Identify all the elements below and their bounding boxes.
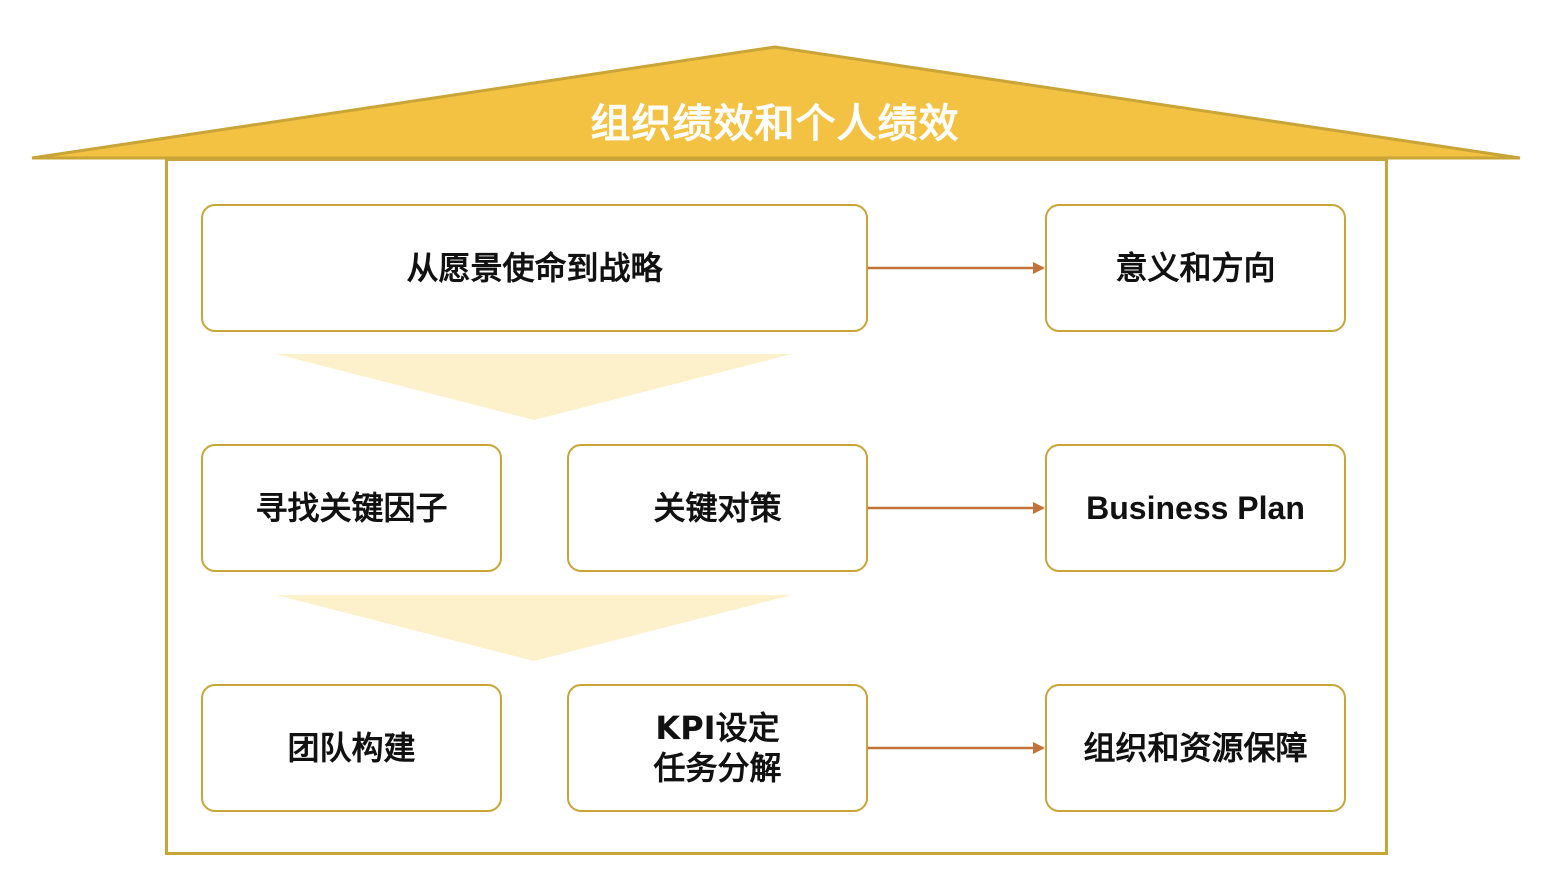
key-factors-label: 寻找关键因子 — [255, 489, 448, 527]
task-breakdown-label: 任务分解 — [653, 749, 782, 787]
team-building-label: 团队构建 — [287, 729, 416, 767]
kpi-task-box: KPI设定 任务分解 — [567, 684, 868, 812]
team-building-box: 团队构建 — [201, 684, 502, 812]
strategy-box: 从愿景使命到战略 — [201, 204, 868, 332]
business-plan-label: Business Plan — [1086, 490, 1305, 526]
org-resources-label: 组织和资源保障 — [1083, 729, 1308, 767]
business-plan-box: Business Plan — [1045, 444, 1346, 572]
diagram-title: 组织绩效和个人绩效 — [590, 101, 960, 147]
meaning-direction-box: 意义和方向 — [1045, 204, 1346, 332]
key-factors-box: 寻找关键因子 — [201, 444, 502, 572]
org-resources-box: 组织和资源保障 — [1045, 684, 1346, 812]
kpi-setting-label: KPI设定 — [655, 709, 780, 747]
key-measures-label: 关键对策 — [653, 489, 782, 527]
meaning-direction-label: 意义和方向 — [1115, 249, 1276, 287]
key-measures-box: 关键对策 — [567, 444, 868, 572]
strategy-label: 从愿景使命到战略 — [406, 249, 663, 287]
